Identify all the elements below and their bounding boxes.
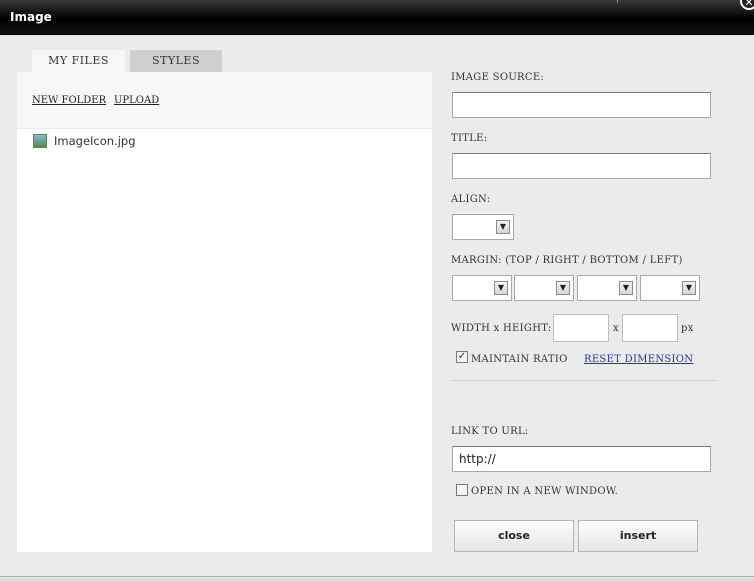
close-icon[interactable]: ✕ <box>740 0 754 10</box>
size-label: WIDTH x HEIGHT: <box>451 323 552 334</box>
title-label: TITLE: <box>451 133 488 144</box>
file-toolbar: NEW FOLDER UPLOAD <box>17 72 432 129</box>
margin-left-select[interactable]: ▼ <box>640 275 700 301</box>
chevron-down-icon: ▼ <box>494 281 508 295</box>
dialog-titlebar: Image ✕ <box>0 0 754 35</box>
image-source-input[interactable] <box>452 92 711 118</box>
title-input[interactable] <box>452 153 711 179</box>
file-browser-panel: NEW FOLDER UPLOAD ImageIcon.jpg <box>17 72 432 552</box>
image-source-label: IMAGE SOURCE: <box>451 72 545 83</box>
link-url-input[interactable]: http:// <box>452 446 711 472</box>
align-select[interactable]: ▼ <box>452 214 514 240</box>
section-divider <box>452 380 717 381</box>
tab-my-files[interactable]: MY FILES <box>32 50 125 73</box>
image-file-icon <box>33 134 47 148</box>
size-unit: px <box>681 323 694 334</box>
maintain-ratio-checkbox[interactable]: ✓ <box>456 351 468 363</box>
margin-top-select[interactable]: ▼ <box>452 275 512 301</box>
background-strip <box>0 578 754 582</box>
chevron-down-icon: ▼ <box>682 281 696 295</box>
chevron-down-icon: ▼ <box>556 281 570 295</box>
new-folder-link[interactable]: NEW FOLDER <box>32 95 106 106</box>
close-button[interactable]: close <box>454 520 574 552</box>
background-edge <box>617 0 618 3</box>
chevron-down-icon: ▼ <box>496 220 510 234</box>
maintain-ratio-label: MAINTAIN RATIO <box>471 354 568 365</box>
file-name: ImageIcon.jpg <box>54 134 136 148</box>
insert-button[interactable]: insert <box>578 520 698 552</box>
upload-link[interactable]: UPLOAD <box>114 95 159 106</box>
width-input[interactable] <box>553 314 609 342</box>
new-window-checkbox[interactable] <box>456 484 468 496</box>
dialog-bottom-border <box>0 576 754 577</box>
size-separator: x <box>613 323 619 334</box>
dialog-title: Image <box>10 10 52 24</box>
chevron-down-icon: ▼ <box>619 281 633 295</box>
margin-bottom-select[interactable]: ▼ <box>577 275 637 301</box>
margin-right-select[interactable]: ▼ <box>514 275 574 301</box>
new-window-label: OPEN IN A NEW WINDOW. <box>471 486 619 497</box>
tab-styles[interactable]: STYLES <box>130 50 222 72</box>
reset-dimension-link[interactable]: RESET DIMENSION <box>584 354 693 365</box>
link-url-label: LINK TO URL: <box>451 426 529 437</box>
height-input[interactable] <box>622 314 678 342</box>
align-label: ALIGN: <box>451 194 491 205</box>
margin-label: MARGIN: (TOP / RIGHT / BOTTOM / LEFT) <box>451 255 683 266</box>
